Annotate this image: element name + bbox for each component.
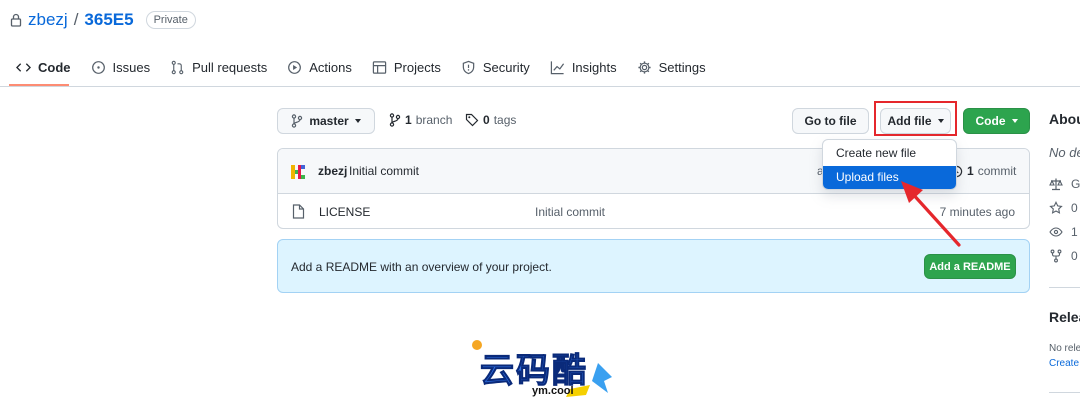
annotation-arrow bbox=[901, 181, 961, 247]
repo-owner-link[interactable]: zbezj bbox=[28, 10, 68, 30]
license-value: G bbox=[1071, 177, 1080, 191]
stars-link[interactable]: 0 bbox=[1049, 201, 1078, 215]
tab-label: Security bbox=[482, 59, 530, 75]
releases-empty-note: No rele bbox=[1049, 343, 1080, 354]
file-icon bbox=[292, 204, 305, 219]
visibility-badge: Private bbox=[145, 11, 196, 29]
create-release-link[interactable]: Create bbox=[1049, 358, 1079, 369]
repo-tabs: Code Issues Pull requests Actions Projec… bbox=[9, 55, 719, 87]
eye-icon bbox=[1049, 227, 1063, 237]
menu-item-create-new-file[interactable]: Create new file bbox=[823, 142, 956, 165]
sidebar-divider bbox=[1049, 287, 1080, 288]
lock-icon bbox=[10, 13, 22, 27]
branch-count: 1 bbox=[405, 113, 412, 127]
commit-author-link[interactable]: zbezj bbox=[318, 164, 347, 178]
repo-name-link[interactable]: 365E5 bbox=[84, 10, 133, 30]
go-to-file-label: Go to file bbox=[804, 114, 857, 128]
nav-divider bbox=[0, 86, 1080, 87]
issue-icon bbox=[91, 60, 105, 74]
file-name-link[interactable]: LICENSE bbox=[319, 205, 370, 219]
tab-label: Actions bbox=[309, 59, 352, 75]
watchers-count: 1 bbox=[1071, 225, 1078, 239]
watermark-subtext: ym.cool bbox=[532, 385, 574, 397]
code-icon bbox=[16, 62, 31, 72]
add-readme-label: Add a README bbox=[929, 260, 1011, 273]
repo-header: zbezj / 365E5 Private bbox=[10, 9, 196, 31]
branch-select-button[interactable]: master bbox=[277, 108, 375, 134]
tab-issues[interactable]: Issues bbox=[84, 55, 158, 79]
tab-pull-requests[interactable]: Pull requests bbox=[163, 55, 274, 79]
branch-icon bbox=[292, 114, 303, 128]
code-button[interactable]: Code bbox=[963, 108, 1030, 134]
tab-actions[interactable]: Actions bbox=[280, 55, 359, 79]
readme-prompt-text: Add a README with an overview of your pr… bbox=[291, 260, 552, 274]
tag-count-label: tags bbox=[493, 113, 517, 127]
tab-security[interactable]: Security bbox=[454, 55, 537, 79]
tab-label: Code bbox=[38, 59, 71, 75]
shield-icon bbox=[462, 60, 475, 74]
releases-heading[interactable]: Relea bbox=[1049, 309, 1080, 325]
branches-link[interactable]: 1 branch bbox=[389, 113, 452, 127]
tab-code[interactable]: Code bbox=[9, 55, 78, 79]
tab-label: Insights bbox=[571, 59, 617, 75]
code-button-label: Code bbox=[975, 114, 1006, 128]
go-to-file-button[interactable]: Go to file bbox=[792, 108, 869, 134]
caret-down-icon bbox=[1011, 119, 1018, 123]
tags-link[interactable]: 0 tags bbox=[465, 113, 516, 127]
commit-count: 1 bbox=[967, 164, 974, 178]
avatar[interactable] bbox=[291, 165, 305, 179]
tag-count: 0 bbox=[483, 113, 490, 127]
forks-count: 0 bbox=[1071, 249, 1078, 263]
commit-count-label: commit bbox=[977, 164, 1017, 178]
fork-icon bbox=[1050, 249, 1062, 263]
license-link[interactable]: G bbox=[1049, 177, 1080, 191]
file-commit-message-link[interactable]: Initial commit bbox=[535, 205, 605, 219]
star-icon bbox=[1049, 201, 1063, 214]
about-description: No de bbox=[1049, 145, 1080, 160]
tab-projects[interactable]: Projects bbox=[365, 55, 448, 79]
caret-down-icon bbox=[354, 119, 361, 123]
watchers-link[interactable]: 1 bbox=[1049, 225, 1078, 239]
repo-separator: / bbox=[73, 10, 79, 29]
table-icon bbox=[372, 60, 387, 74]
gear-icon bbox=[638, 60, 651, 74]
stars-count: 0 bbox=[1071, 201, 1078, 215]
tab-settings[interactable]: Settings bbox=[630, 55, 713, 79]
tab-insights[interactable]: Insights bbox=[543, 55, 624, 79]
about-heading: Abou bbox=[1049, 111, 1080, 127]
branch-count-label: branch bbox=[415, 113, 453, 127]
tag-icon bbox=[465, 113, 479, 127]
tab-label: Settings bbox=[658, 59, 706, 75]
add-readme-button[interactable]: Add a README bbox=[924, 254, 1016, 279]
tab-label: Pull requests bbox=[192, 59, 268, 75]
branch-name: master bbox=[309, 114, 349, 128]
forks-link[interactable]: 0 bbox=[1049, 249, 1078, 263]
annotation-highlight-box bbox=[874, 101, 957, 136]
commit-message-link[interactable]: Initial commit bbox=[349, 164, 419, 178]
branch-icon bbox=[389, 113, 401, 127]
graph-icon bbox=[550, 60, 564, 74]
tab-label: Projects bbox=[393, 59, 441, 75]
commit-history-link[interactable]: 1 commit bbox=[950, 164, 1016, 178]
pull-request-icon bbox=[171, 60, 184, 74]
play-icon bbox=[288, 60, 302, 74]
law-icon bbox=[1049, 178, 1063, 191]
sidebar-divider bbox=[1049, 392, 1080, 393]
tab-label: Issues bbox=[112, 59, 151, 75]
